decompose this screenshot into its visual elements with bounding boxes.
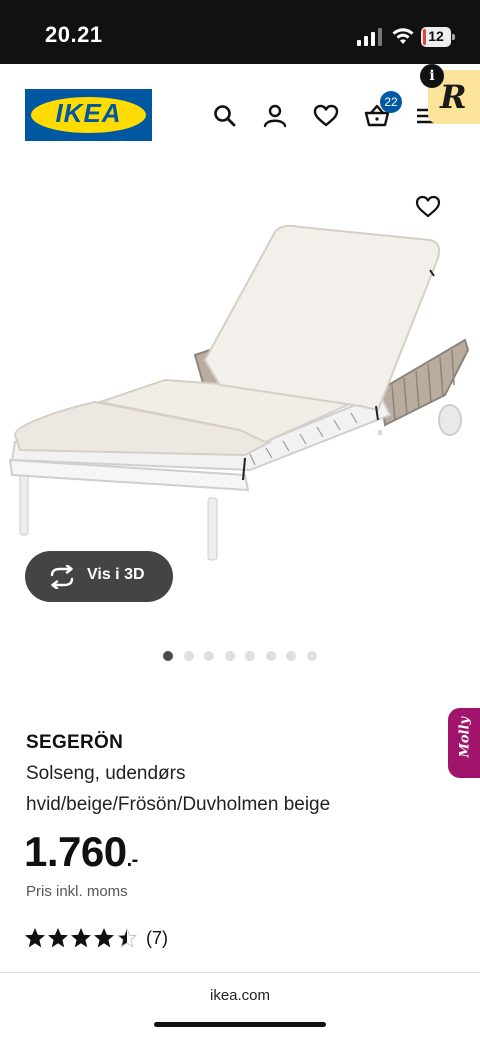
- star-icon: [71, 928, 91, 948]
- status-bar: 20.21 12: [0, 0, 480, 64]
- url-bar-divider: [0, 972, 480, 973]
- url-bar[interactable]: ikea.com: [0, 987, 480, 1004]
- view-in-3d-label: Vis i 3D: [87, 566, 145, 583]
- price-suffix: .-: [126, 849, 139, 871]
- gallery-dot[interactable]: [163, 651, 173, 661]
- search-icon[interactable]: [211, 102, 239, 130]
- product-image[interactable]: [0, 180, 480, 580]
- heart-icon[interactable]: [312, 102, 340, 130]
- star-icon: [117, 928, 137, 948]
- product-description: Solseng, udendørs: [26, 763, 186, 784]
- gallery-dot[interactable]: [286, 651, 296, 661]
- rotate-3d-icon: [50, 565, 74, 589]
- info-icon[interactable]: i: [420, 64, 444, 88]
- user-icon[interactable]: [261, 102, 289, 130]
- review-count[interactable]: (7): [146, 928, 168, 949]
- home-indicator[interactable]: [154, 1022, 326, 1027]
- star-icon: [25, 928, 45, 948]
- status-time: 20.21: [45, 22, 103, 47]
- star-icon: [94, 928, 114, 948]
- price-value: 1.760: [24, 828, 127, 875]
- battery-icon: 12: [421, 27, 457, 47]
- gallery-dot[interactable]: [265, 651, 276, 661]
- gallery-dot[interactable]: [245, 651, 255, 661]
- signal-icon: [357, 28, 382, 46]
- cart-count-badge: 22: [380, 91, 402, 113]
- reader-extension-letter: R: [440, 78, 467, 116]
- wifi-icon: [392, 28, 414, 44]
- gallery-dot[interactable]: [183, 651, 194, 661]
- favorite-heart-icon[interactable]: [414, 193, 442, 221]
- product-name: SEGERÖN: [26, 732, 124, 753]
- gallery-dot[interactable]: [224, 651, 235, 661]
- battery-level: 12: [428, 28, 444, 44]
- vat-note: Pris inkl. moms: [26, 883, 128, 900]
- ikea-logo[interactable]: IKEA: [25, 89, 152, 141]
- molly-label: Molly: [457, 717, 473, 758]
- view-in-3d-button[interactable]: Vis i 3D: [25, 551, 173, 602]
- gallery-dot[interactable]: [204, 651, 214, 661]
- gallery-dot[interactable]: [306, 651, 317, 661]
- star-icon: [48, 928, 68, 948]
- logo-text: IKEA: [55, 98, 122, 128]
- product-price: 1.760.-: [24, 828, 138, 876]
- product-variant: hvid/beige/Frösön/Duvholmen beige: [26, 794, 331, 815]
